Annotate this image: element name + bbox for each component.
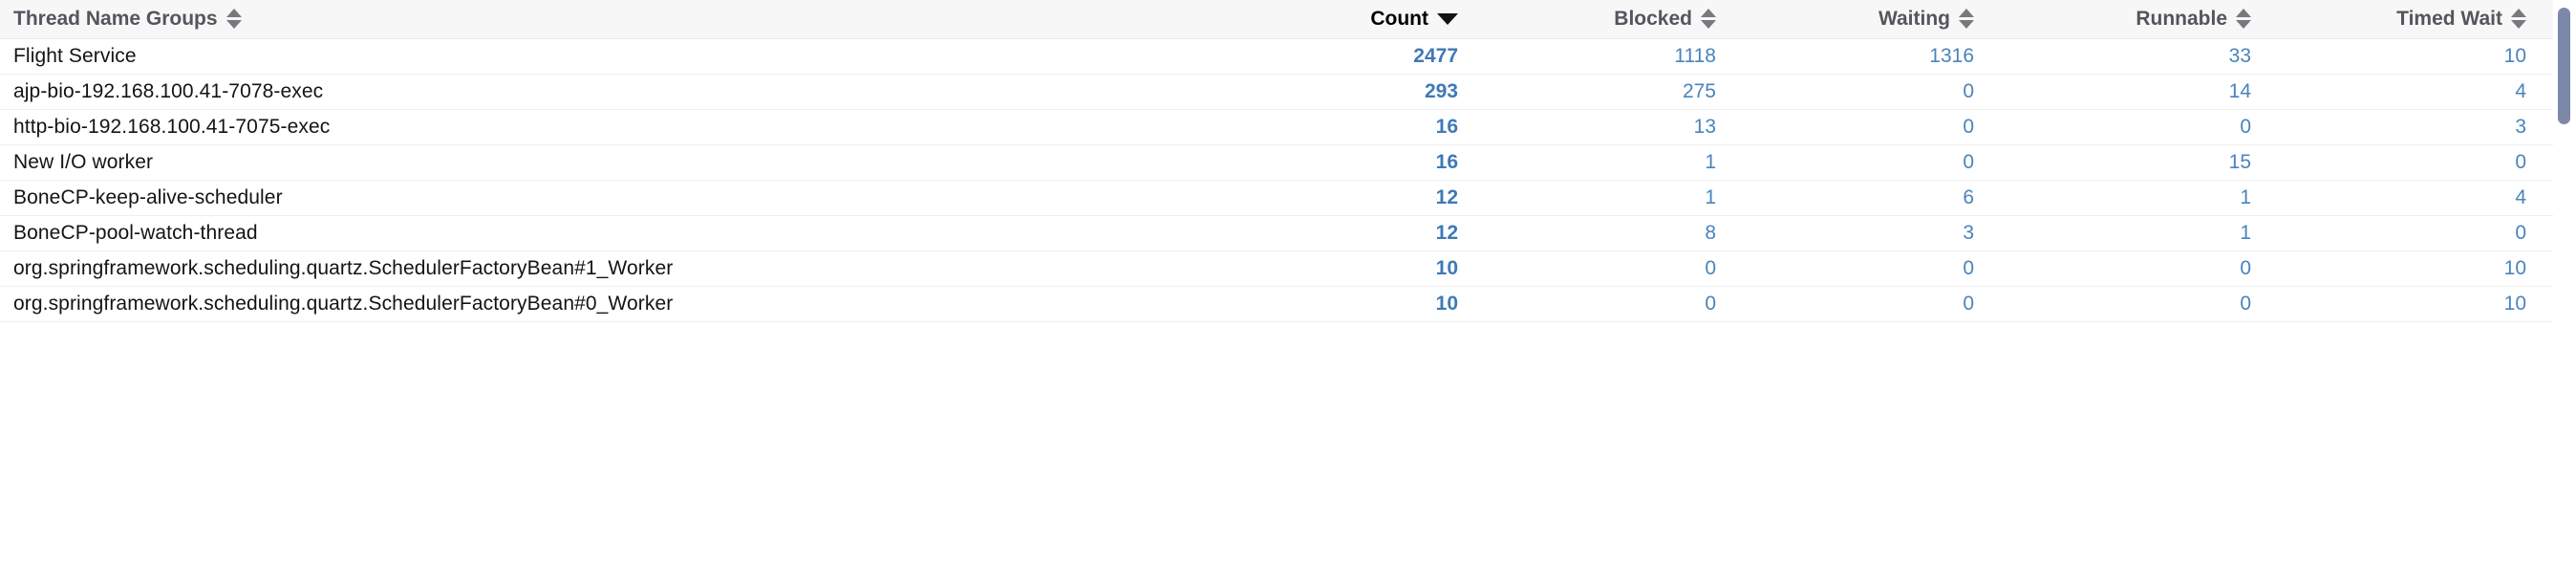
table-row[interactable]: Flight Service 2477 1118 1316 33 10	[0, 38, 2553, 75]
cell-timed-wait: 0	[2265, 215, 2553, 251]
column-header-label: Timed Wait	[2396, 7, 2502, 30]
column-header-runnable-inner[interactable]: Runnable	[2136, 7, 2251, 30]
cell-count: 16	[1185, 144, 1471, 181]
sort-both-icon[interactable]	[1701, 8, 1716, 29]
table-row[interactable]: org.springframework.scheduling.quartz.Sc…	[0, 250, 2553, 287]
cell-waiting: 0	[1729, 109, 1987, 145]
cell-waiting: 0	[1729, 250, 1987, 287]
cell-thread-name: BoneCP-keep-alive-scheduler	[0, 180, 1185, 216]
cell-blocked: 1118	[1471, 38, 1729, 75]
column-header-waiting-inner[interactable]: Waiting	[1878, 7, 1974, 30]
sort-both-icon[interactable]	[1959, 8, 1974, 29]
cell-runnable: 1	[1987, 215, 2265, 251]
table-row[interactable]: ajp-bio-192.168.100.41-7078-exec 293 275…	[0, 74, 2553, 110]
cell-count: 293	[1185, 74, 1471, 110]
cell-blocked: 1	[1471, 180, 1729, 216]
sort-both-icon[interactable]	[2511, 8, 2526, 29]
table-row[interactable]: BoneCP-keep-alive-scheduler 12 1 6 1 4	[0, 180, 2553, 216]
column-header-label: Count	[1370, 7, 1428, 30]
cell-count: 2477	[1185, 38, 1471, 75]
table-row[interactable]: BoneCP-pool-watch-thread 12 8 3 1 0	[0, 215, 2553, 251]
column-header-label: Blocked	[1614, 7, 1692, 30]
cell-timed-wait: 10	[2265, 38, 2553, 75]
cell-count: 10	[1185, 250, 1471, 287]
table-viewport: Thread Name Groups Count Blocked Waiting…	[0, 0, 2576, 566]
cell-runnable: 0	[1987, 286, 2265, 322]
table-row[interactable]: http-bio-192.168.100.41-7075-exec 16 13 …	[0, 109, 2553, 145]
cell-runnable: 0	[1987, 250, 2265, 287]
cell-waiting: 1316	[1729, 38, 1987, 75]
cell-blocked: 0	[1471, 286, 1729, 322]
cell-timed-wait: 0	[2265, 144, 2553, 181]
table-header: Thread Name Groups Count Blocked Waiting…	[0, 0, 2553, 39]
column-header-runnable[interactable]: Runnable	[1987, 0, 2265, 39]
cell-count: 12	[1185, 180, 1471, 216]
cell-thread-name: http-bio-192.168.100.41-7075-exec	[0, 109, 1185, 145]
cell-thread-name: ajp-bio-192.168.100.41-7078-exec	[0, 74, 1185, 110]
cell-timed-wait: 3	[2265, 109, 2553, 145]
table-body: Flight Service 2477 1118 1316 33 10 ajp-…	[0, 38, 2553, 322]
cell-runnable: 0	[1987, 109, 2265, 145]
cell-blocked: 1	[1471, 144, 1729, 181]
column-header-label: Thread Name Groups	[13, 7, 218, 30]
cell-thread-name: New I/O worker	[0, 144, 1185, 181]
cell-blocked: 8	[1471, 215, 1729, 251]
cell-blocked: 0	[1471, 250, 1729, 287]
cell-waiting: 3	[1729, 215, 1987, 251]
cell-waiting: 0	[1729, 286, 1987, 322]
vertical-scrollbar-thumb[interactable]	[2558, 8, 2570, 124]
column-header-timed-wait[interactable]: Timed Wait	[2265, 0, 2553, 39]
sort-descending-icon[interactable]	[1437, 13, 1458, 26]
thread-name-groups-table: Thread Name Groups Count Blocked Waiting…	[0, 0, 2553, 322]
cell-count: 10	[1185, 286, 1471, 322]
table-row[interactable]: org.springframework.scheduling.quartz.Sc…	[0, 286, 2553, 322]
cell-waiting: 6	[1729, 180, 1987, 216]
cell-timed-wait: 10	[2265, 250, 2553, 287]
sort-both-icon[interactable]	[225, 8, 242, 29]
cell-thread-name: org.springframework.scheduling.quartz.Sc…	[0, 286, 1185, 322]
cell-blocked: 275	[1471, 74, 1729, 110]
cell-thread-name: org.springframework.scheduling.quartz.Sc…	[0, 250, 1185, 287]
cell-timed-wait: 10	[2265, 286, 2553, 322]
cell-timed-wait: 4	[2265, 74, 2553, 110]
column-header-waiting[interactable]: Waiting	[1729, 0, 1987, 39]
column-header-timed-wait-inner[interactable]: Timed Wait	[2396, 7, 2526, 30]
cell-count: 12	[1185, 215, 1471, 251]
column-header-count[interactable]: Count	[1185, 0, 1471, 39]
column-header-thread-name-groups-inner[interactable]: Thread Name Groups	[13, 7, 242, 30]
cell-runnable: 14	[1987, 74, 2265, 110]
column-header-label: Runnable	[2136, 7, 2227, 30]
column-header-blocked[interactable]: Blocked	[1471, 0, 1729, 39]
table-header-row: Thread Name Groups Count Blocked Waiting…	[0, 0, 2553, 39]
column-header-label: Waiting	[1878, 7, 1950, 30]
column-header-count-inner[interactable]: Count	[1370, 9, 1458, 29]
vertical-scrollbar-track[interactable]	[2553, 0, 2576, 566]
cell-thread-name: Flight Service	[0, 38, 1185, 75]
cell-waiting: 0	[1729, 74, 1987, 110]
cell-timed-wait: 4	[2265, 180, 2553, 216]
cell-blocked: 13	[1471, 109, 1729, 145]
cell-count: 16	[1185, 109, 1471, 145]
sort-both-icon[interactable]	[2236, 8, 2251, 29]
cell-thread-name: BoneCP-pool-watch-thread	[0, 215, 1185, 251]
cell-runnable: 1	[1987, 180, 2265, 216]
column-header-blocked-inner[interactable]: Blocked	[1614, 7, 1716, 30]
table-row[interactable]: New I/O worker 16 1 0 15 0	[0, 144, 2553, 181]
column-header-thread-name-groups[interactable]: Thread Name Groups	[0, 0, 1185, 39]
cell-runnable: 15	[1987, 144, 2265, 181]
cell-runnable: 33	[1987, 38, 2265, 75]
cell-waiting: 0	[1729, 144, 1987, 181]
